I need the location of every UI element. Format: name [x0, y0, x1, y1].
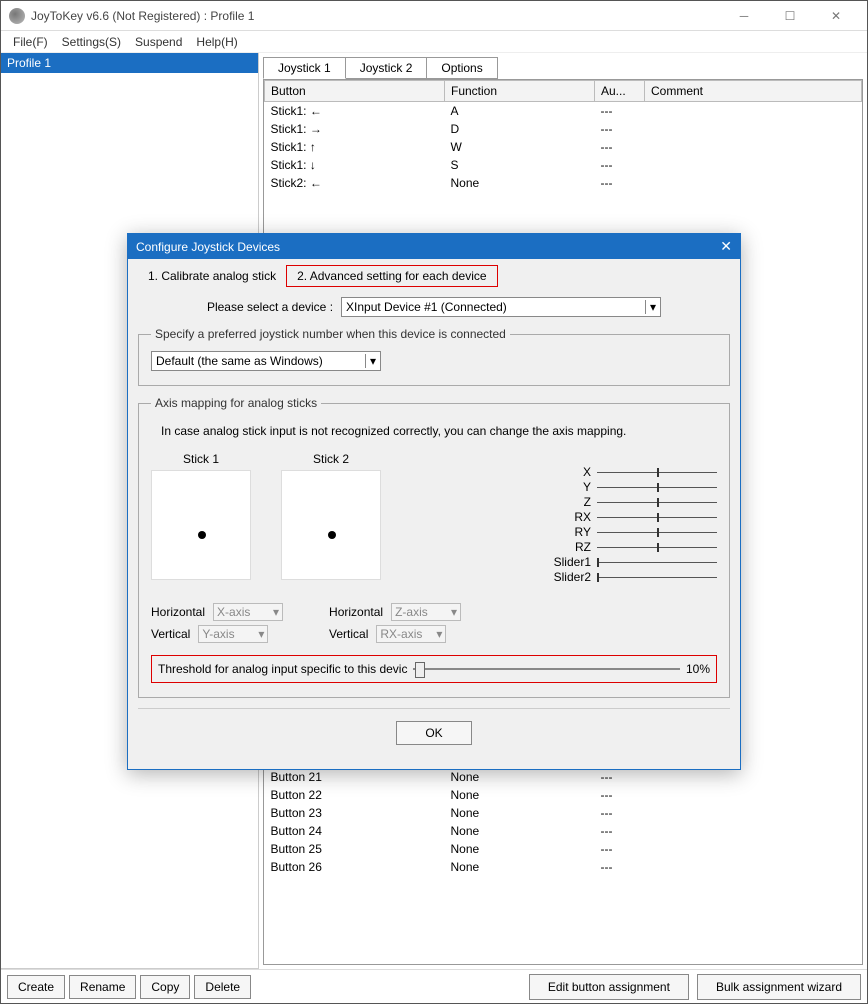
- menubar: File(F) Settings(S) Suspend Help(H): [1, 31, 867, 53]
- col-comment[interactable]: Comment: [645, 81, 862, 102]
- table-row[interactable]: Stick1: ↓S---: [265, 156, 862, 174]
- preferred-number-group: Specify a preferred joystick number when…: [138, 327, 730, 386]
- ok-button[interactable]: OK: [396, 721, 471, 745]
- menu-suspend[interactable]: Suspend: [129, 33, 188, 51]
- tab-joystick-1[interactable]: Joystick 1: [263, 57, 346, 79]
- edit-assignment-button[interactable]: Edit button assignment: [529, 974, 689, 1000]
- dialog-tab-advanced[interactable]: 2. Advanced setting for each device: [286, 265, 497, 287]
- minimize-button[interactable]: ─: [721, 1, 767, 31]
- stick2-label: Stick 2: [281, 452, 381, 466]
- tab-options[interactable]: Options: [426, 57, 497, 79]
- stick2-vertical-select[interactable]: RX-axis▾: [376, 625, 446, 643]
- profile-item[interactable]: Profile 1: [1, 53, 258, 73]
- table-row[interactable]: Stick1: ←A---: [265, 102, 862, 121]
- create-button[interactable]: Create: [7, 975, 65, 999]
- table-row[interactable]: Stick1: →D---: [265, 120, 862, 138]
- table-row[interactable]: Button 26None---: [265, 858, 862, 876]
- threshold-value: 10%: [686, 662, 710, 676]
- delete-button[interactable]: Delete: [194, 975, 251, 999]
- threshold-row: Threshold for analog input specific to t…: [151, 655, 717, 683]
- device-select-label: Please select a device :: [207, 300, 333, 314]
- table-row[interactable]: Button 21None---: [265, 768, 862, 786]
- menu-file[interactable]: File(F): [7, 33, 54, 51]
- axis-monitor: X Y Z RX RY RZ Slider1 Slider2: [551, 446, 717, 585]
- col-function[interactable]: Function: [445, 81, 595, 102]
- tab-joystick-2[interactable]: Joystick 2: [345, 57, 428, 79]
- menu-settings[interactable]: Settings(S): [56, 33, 127, 51]
- table-row[interactable]: Stick2: ←None---: [265, 174, 862, 192]
- dialog-close-icon[interactable]: ✕: [720, 238, 732, 255]
- stick1-vertical-select[interactable]: Y-axis▾: [198, 625, 268, 643]
- configure-joystick-dialog: Configure Joystick Devices ✕ 1. Calibrat…: [127, 233, 741, 770]
- table-row[interactable]: Button 22None---: [265, 786, 862, 804]
- preferred-number-select[interactable]: Default (the same as Windows) ▾: [151, 351, 381, 371]
- copy-button[interactable]: Copy: [140, 975, 190, 999]
- dropdown-icon: ▾: [365, 354, 376, 368]
- col-button[interactable]: Button: [265, 81, 445, 102]
- device-select[interactable]: XInput Device #1 (Connected) ▾: [341, 297, 661, 317]
- table-row[interactable]: Stick1: ↑W---: [265, 138, 862, 156]
- bulk-wizard-button[interactable]: Bulk assignment wizard: [697, 974, 861, 1000]
- rename-button[interactable]: Rename: [69, 975, 136, 999]
- stick1-label: Stick 1: [151, 452, 251, 466]
- dialog-title: Configure Joystick Devices: [136, 240, 280, 254]
- app-icon: [9, 8, 25, 24]
- col-au[interactable]: Au...: [595, 81, 645, 102]
- joystick-tabs: Joystick 1 Joystick 2 Options: [259, 53, 867, 79]
- stick1-horizontal-select[interactable]: X-axis▾: [213, 603, 283, 621]
- menu-help[interactable]: Help(H): [190, 33, 243, 51]
- table-row[interactable]: Button 25None---: [265, 840, 862, 858]
- dropdown-icon: ▾: [645, 300, 656, 314]
- axis-mapping-group: Axis mapping for analog sticks In case a…: [138, 396, 730, 698]
- threshold-slider[interactable]: [413, 668, 680, 670]
- maximize-button[interactable]: ☐: [767, 1, 813, 31]
- close-button[interactable]: ✕: [813, 1, 859, 31]
- threshold-label: Threshold for analog input specific to t…: [158, 662, 407, 676]
- table-row[interactable]: Button 23None---: [265, 804, 862, 822]
- axis-mapping-hint: In case analog stick input is not recogn…: [161, 424, 717, 438]
- stick2-visual: [281, 470, 381, 580]
- stick2-horizontal-select[interactable]: Z-axis▾: [391, 603, 461, 621]
- stick1-visual: [151, 470, 251, 580]
- window-title: JoyToKey v6.6 (Not Registered) : Profile…: [31, 9, 721, 23]
- titlebar: JoyToKey v6.6 (Not Registered) : Profile…: [1, 1, 867, 31]
- dialog-tab-calibrate[interactable]: 1. Calibrate analog stick: [138, 266, 286, 286]
- bottom-toolbar: Create Rename Copy Delete Edit button as…: [1, 969, 867, 1003]
- table-row[interactable]: Button 24None---: [265, 822, 862, 840]
